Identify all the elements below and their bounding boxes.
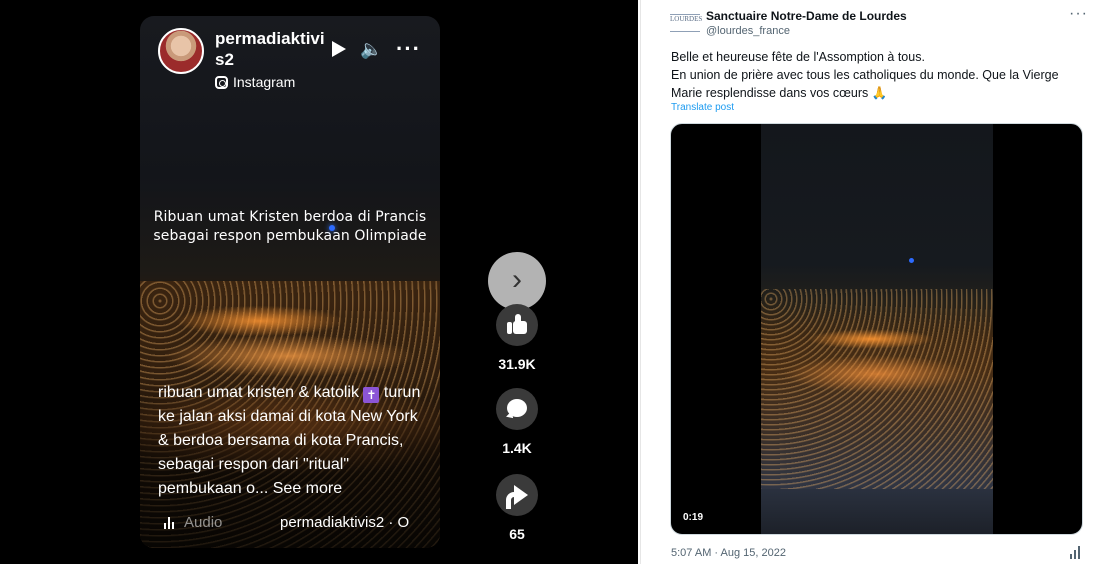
video-frame [761, 124, 993, 534]
username[interactable]: permadiaktivis2 [215, 28, 333, 70]
comment-icon [507, 399, 527, 417]
tweet-panel: LOURDES Sanctuaire Notre-Dame de Lourdes… [640, 0, 1100, 564]
blue-light [909, 258, 914, 263]
reel-header: permadiaktivis2 Instagram 🔈 ··· [158, 28, 438, 98]
share-count: 65 [509, 526, 525, 542]
play-icon[interactable] [332, 41, 346, 57]
tweet-author-name[interactable]: Sanctuaire Notre-Dame de Lourdes [706, 9, 907, 23]
thumbs-up-icon [507, 314, 527, 334]
audio-author[interactable]: permadiaktivis2 · O [280, 514, 409, 531]
tweet-text: Belle et heureuse fête de l'Assomption à… [671, 48, 1081, 102]
audio-label[interactable]: Audio [184, 514, 222, 531]
more-icon[interactable]: ··· [1069, 5, 1088, 23]
chevron-right-icon[interactable]: › [488, 252, 546, 310]
tweet-handle[interactable]: @lourdes_france [706, 25, 790, 37]
player-controls: 🔈 ··· [332, 38, 421, 60]
tweet-timestamp[interactable]: 5:07 AM · Aug 15, 2022 [671, 547, 786, 559]
tweet-line: Belle et heureuse fête de l'Assomption à… [671, 50, 925, 64]
translate-link[interactable]: Translate post [671, 102, 734, 113]
video-duration: 0:19 [683, 512, 704, 523]
like-button[interactable] [496, 304, 538, 346]
cross-emoji: ✝ [363, 387, 380, 403]
tweet-video[interactable]: 0:19 [670, 123, 1083, 535]
reel-footer: Audio permadiaktivis2 · O [160, 512, 436, 536]
caption-text: ribuan umat kristen & katolik [158, 384, 364, 401]
video-overlay-title: Ribuan umat Kristen berdoa di Prancis se… [150, 208, 430, 246]
share-button[interactable] [496, 474, 538, 516]
lourdes-logo[interactable]: LOURDES [670, 14, 702, 32]
source-label: Instagram [215, 74, 295, 90]
like-action: 31.9K [486, 304, 548, 372]
like-count: 31.9K [498, 356, 536, 372]
avatar[interactable] [158, 28, 204, 74]
share-action: 65 [486, 474, 548, 542]
overlay-line: Ribuan umat Kristen berdoa di Prancis [153, 209, 427, 225]
mute-icon[interactable]: 🔈 [360, 40, 382, 58]
tweet-line: Marie resplendisse dans vos cœurs 🙏 [671, 86, 888, 100]
blue-light [329, 225, 335, 231]
instagram-panel: permadiaktivis2 Instagram 🔈 ··· Ribuan u… [0, 0, 638, 564]
comment-button[interactable] [496, 388, 538, 430]
tweet-line: En union de prière avec tous les catholi… [671, 68, 1059, 82]
audio-wave-icon [162, 515, 176, 529]
instagram-icon [215, 75, 228, 89]
comment-action: 1.4K [486, 388, 548, 456]
reel-caption[interactable]: ribuan umat kristen & katolik ✝ turun ke… [158, 381, 430, 501]
analytics-icon[interactable] [1069, 546, 1082, 559]
comment-count: 1.4K [502, 440, 532, 456]
source-text: Instagram [233, 74, 296, 90]
more-icon[interactable]: ··· [396, 38, 421, 60]
candlelight-crowd-image [761, 289, 993, 489]
overlay-line: sebagai respon pembukaan Olimpiade [153, 228, 427, 244]
share-icon [506, 485, 528, 509]
